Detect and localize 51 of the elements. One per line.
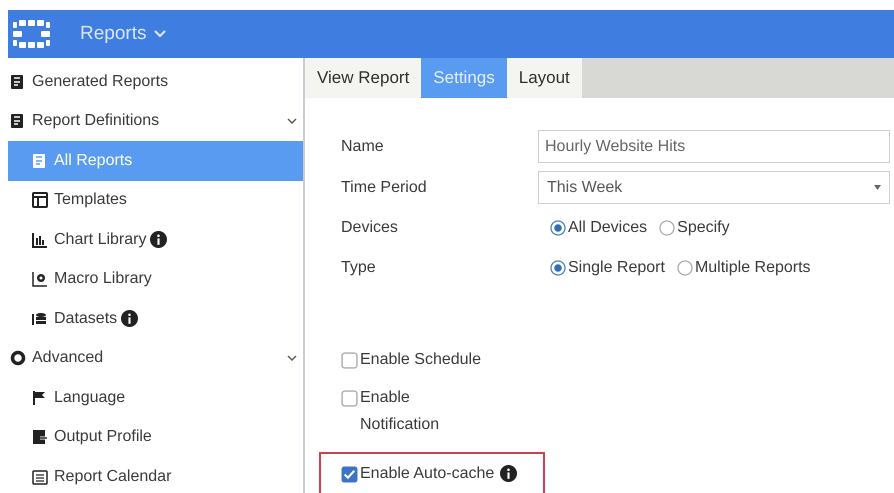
checkbox[interactable] [341,390,358,407]
radio-button[interactable] [550,260,566,276]
sidebar-item[interactable]: Datasets [8,299,303,338]
sidebar-item[interactable]: Chart Library [8,220,303,260]
info-icon[interactable] [150,231,168,248]
radio-option[interactable]: Specify [659,216,730,240]
chevron-icon[interactable] [287,118,297,125]
tab[interactable]: Layout [506,58,582,98]
output-icon [32,429,48,446]
info-icon[interactable] [500,465,518,482]
document-icon [10,74,26,90]
sidebar-item[interactable]: Language [8,378,303,418]
field-label: Name [341,136,385,156]
flag-icon [32,390,48,406]
name-field[interactable]: Hourly Website Hits [538,130,890,163]
checkbox-option[interactable]: Enable Schedule [341,351,481,373]
sidebar-item[interactable]: Output Profile [8,418,303,457]
document-icon [10,113,26,130]
info-icon[interactable] [121,310,138,328]
template-icon [32,192,48,208]
radio-option[interactable]: Single Report [550,256,665,280]
bar-chart-icon [32,232,48,248]
gear-icon [10,350,26,366]
sidebar-item[interactable]: Macro Library [8,260,303,299]
radio-button[interactable] [550,220,566,236]
field-label: Time Period [341,178,428,198]
radio-option[interactable]: Multiple Reports [676,256,811,280]
chevron-icon [152,29,167,39]
sidebar-item[interactable]: Advanced [8,338,303,378]
dropdown-caret-icon [874,185,881,190]
sidebar-item[interactable]: Templates [8,180,303,220]
checkbox[interactable] [341,352,358,369]
radio-button[interactable] [659,220,676,236]
gear-document-icon [32,271,48,288]
checkbox-option[interactable]: Enable Notification [341,389,481,438]
field-label: Devices [341,218,399,238]
field-label: Type [341,258,377,278]
checkbox[interactable] [341,466,358,483]
tab[interactable]: View Report [305,58,422,98]
chevron-icon[interactable] [287,354,297,362]
radio-option[interactable]: All Devices [550,216,648,240]
sidebar-item[interactable]: Generated Reports [8,62,303,102]
time-period-dropdown[interactable]: This Week [538,171,890,204]
radio-button[interactable] [676,260,693,276]
calendar-icon [32,468,48,485]
sidebar-item[interactable]: Report Definitions [8,102,303,141]
database-icon [32,310,48,327]
checkbox-option[interactable]: Enable Auto-cache [341,465,518,487]
app-logo-icon [13,20,50,48]
sidebar-item[interactable]: Report Calendar [8,457,303,493]
document-icon [32,152,48,169]
